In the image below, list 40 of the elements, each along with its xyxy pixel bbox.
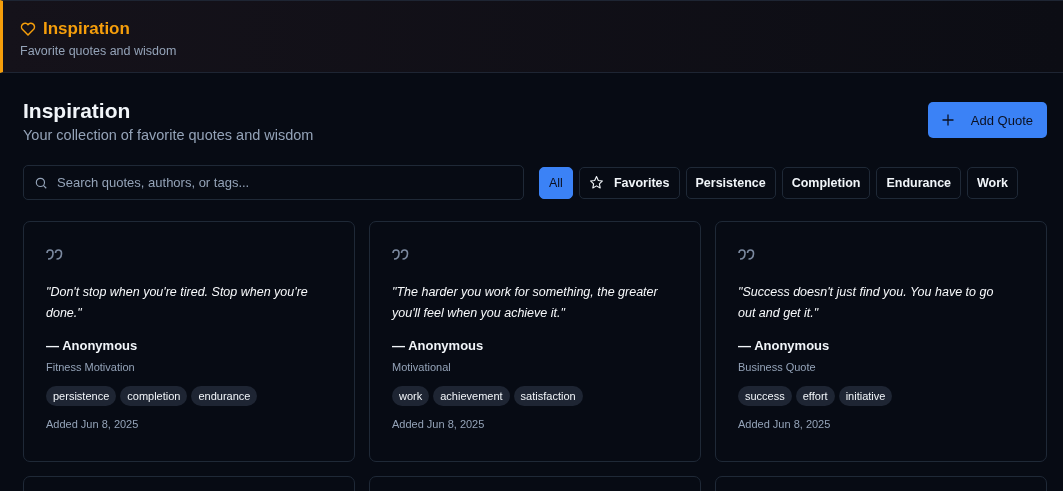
tag-chip[interactable]: completion bbox=[120, 386, 188, 406]
tag-chip[interactable]: effort bbox=[795, 386, 835, 406]
header-subtitle: Favorite quotes and wisdom bbox=[20, 44, 178, 58]
tag-chip[interactable]: persistence bbox=[46, 386, 117, 406]
filter-button[interactable]: Endurance bbox=[876, 166, 962, 199]
tag-chip[interactable]: endurance bbox=[191, 386, 258, 406]
quote-source: Motivational bbox=[392, 361, 452, 373]
page-subtitle: Your collection of favorite quotes and wisdom bbox=[23, 127, 314, 143]
add-quote-button[interactable]: Add Quote bbox=[927, 102, 1047, 138]
search-icon bbox=[34, 176, 48, 190]
tag-chip[interactable]: work bbox=[392, 386, 430, 406]
plus-icon bbox=[941, 114, 954, 126]
added-date: Added Jun 8, 2025 bbox=[392, 418, 486, 430]
quote-source: Fitness Motivation bbox=[46, 361, 136, 373]
filter-button[interactable]: Work bbox=[967, 166, 1019, 199]
page-title: Inspiration bbox=[23, 99, 132, 123]
filter-button[interactable]: Persistence bbox=[685, 166, 776, 199]
tag-chip[interactable]: success bbox=[738, 386, 792, 406]
filter-button[interactable]: Completion bbox=[781, 166, 871, 199]
added-date: Added Jun 8, 2025 bbox=[46, 418, 140, 430]
quote-icon bbox=[738, 246, 755, 260]
filter-button[interactable]: All bbox=[539, 166, 573, 199]
quote-author: — Anonymous bbox=[46, 338, 139, 353]
search-field[interactable]: Search quotes, authors, or tags... bbox=[23, 165, 524, 200]
quote-icon bbox=[392, 246, 409, 260]
quote-text: "Success doesn't just find you. You have to go out and get it." bbox=[738, 284, 995, 322]
quote-author: — Anonymous bbox=[738, 338, 831, 353]
tag-chip[interactable]: achievement bbox=[433, 386, 510, 406]
tag-chip[interactable]: initiative bbox=[838, 386, 893, 406]
quote-text: "The harder you work for something, the greater you'll feel when you achieve it." bbox=[392, 284, 659, 322]
quote-icon bbox=[46, 246, 63, 260]
quote-source: Business Quote bbox=[738, 361, 817, 373]
filter-button[interactable]: Favorites bbox=[578, 166, 680, 199]
star-icon bbox=[588, 175, 604, 190]
quote-text: "Don't stop when you're tired. Stop when you're done." bbox=[46, 284, 309, 322]
heart-icon bbox=[20, 21, 36, 37]
quote-author: — Anonymous bbox=[392, 338, 485, 353]
header-title: Inspiration bbox=[43, 19, 130, 39]
added-date: Added Jun 8, 2025 bbox=[738, 418, 832, 430]
tag-chip[interactable]: satisfaction bbox=[513, 386, 583, 406]
